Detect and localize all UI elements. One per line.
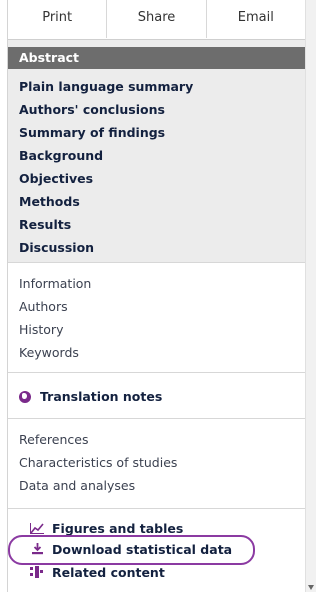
email-button[interactable]: Email <box>205 0 305 38</box>
translation-notes-label: Translation notes <box>40 389 163 404</box>
link-information[interactable]: Information <box>19 272 91 295</box>
divider <box>8 418 305 419</box>
figures-and-tables-label: Figures and tables <box>52 521 184 536</box>
nav-item-abstract[interactable]: Abstract <box>8 47 305 69</box>
share-button[interactable]: Share <box>106 0 205 38</box>
print-button[interactable]: Print <box>8 0 106 38</box>
scrollbar[interactable] <box>305 0 316 592</box>
divider <box>8 372 305 373</box>
nav-item-results[interactable]: Results <box>19 213 193 236</box>
nav-item-background[interactable]: Background <box>19 144 193 167</box>
related-content-icon <box>30 563 44 585</box>
link-references[interactable]: References <box>19 428 177 451</box>
related-content-label: Related content <box>52 565 165 580</box>
divider <box>8 262 305 263</box>
info-links: Information Authors History Keywords <box>19 272 91 364</box>
scroll-down-icon[interactable] <box>308 585 314 590</box>
link-data-and-analyses[interactable]: Data and analyses <box>19 474 177 497</box>
link-authors[interactable]: Authors <box>19 295 91 318</box>
reference-links: References Characteristics of studies Da… <box>19 428 177 497</box>
link-history[interactable]: History <box>19 318 91 341</box>
download-statistical-data-link[interactable]: Download statistical data <box>30 539 232 561</box>
globe-icon <box>19 391 31 403</box>
divider <box>8 508 305 509</box>
nav-item-methods[interactable]: Methods <box>19 190 193 213</box>
nav-item-summary-of-findings[interactable]: Summary of findings <box>19 121 193 144</box>
article-sidebar: Print Share Email Abstract Plain languag… <box>7 0 305 592</box>
download-icon <box>30 540 44 562</box>
link-characteristics-of-studies[interactable]: Characteristics of studies <box>19 451 177 474</box>
contents-nav: Abstract Plain language summary Authors'… <box>8 39 305 263</box>
nav-item-discussion[interactable]: Discussion <box>19 236 193 259</box>
nav-item-objectives[interactable]: Objectives <box>19 167 193 190</box>
action-bar: Print Share Email <box>8 0 305 38</box>
related-content-link[interactable]: Related content <box>30 562 165 584</box>
download-statistical-data-label: Download statistical data <box>52 542 233 557</box>
nav-item-plain-language-summary[interactable]: Plain language summary <box>19 75 193 98</box>
link-keywords[interactable]: Keywords <box>19 341 91 364</box>
nav-item-authors-conclusions[interactable]: Authors' conclusions <box>19 98 193 121</box>
translation-notes-link[interactable]: Translation notes <box>19 386 162 408</box>
